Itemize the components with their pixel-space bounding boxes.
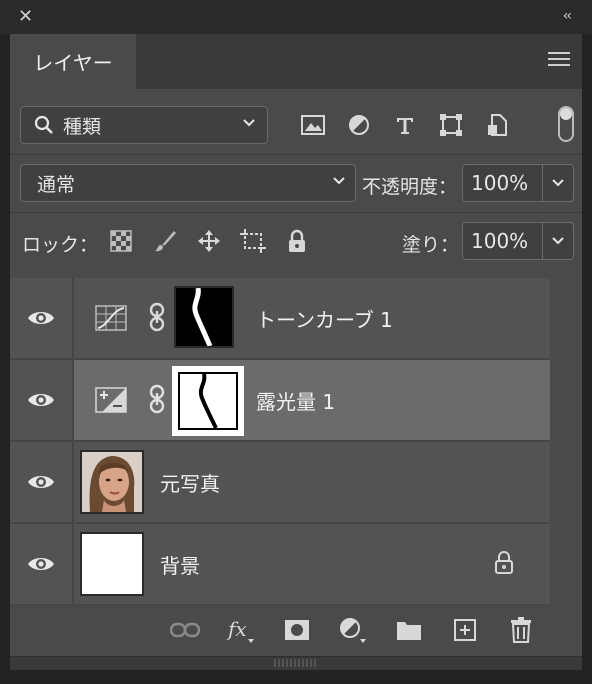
- exposure-icon: [94, 386, 128, 414]
- tab-strip: レイヤー: [10, 34, 582, 89]
- type-filter-icon[interactable]: [392, 112, 418, 138]
- panel-menu-icon[interactable]: [548, 52, 570, 70]
- lock-position-icon[interactable]: [196, 228, 222, 254]
- layers-panel: レイヤー 種類 通常 不透明度： 100% ロック： 塗り： 100% トーンカ…: [10, 34, 582, 670]
- filter-kind-select[interactable]: 種類: [20, 106, 268, 144]
- layer-name[interactable]: トーンカーブ 1: [256, 304, 393, 333]
- layer-name[interactable]: 露光量 1: [256, 386, 335, 415]
- lock-label: ロック：: [22, 234, 99, 256]
- eye-icon[interactable]: [27, 555, 55, 573]
- blend-mode-select[interactable]: 通常: [20, 164, 356, 202]
- link-icon[interactable]: [148, 384, 166, 414]
- filter-row: 種類: [10, 104, 582, 148]
- title-bar: ✕ ‹‹: [0, 0, 592, 34]
- visibility-toggle[interactable]: [10, 278, 74, 358]
- layer-mask-thumbnail[interactable]: [172, 366, 244, 436]
- visibility-toggle[interactable]: [10, 360, 74, 440]
- layer-row-exposure[interactable]: 露光量 1: [10, 360, 550, 442]
- lock-row: ロック： 塗り： 100%: [10, 220, 582, 264]
- lock-transparent-icon[interactable]: [108, 228, 134, 254]
- fx-icon[interactable]: fx: [226, 616, 256, 644]
- close-icon[interactable]: ✕: [18, 6, 33, 27]
- divider: [10, 154, 582, 155]
- opacity-value[interactable]: 100%: [471, 171, 528, 195]
- fill-field[interactable]: 100%: [462, 222, 574, 260]
- eye-icon[interactable]: [27, 391, 55, 409]
- layer-row-curves[interactable]: トーンカーブ 1: [10, 278, 550, 360]
- adjustment-filter-icon[interactable]: [346, 112, 372, 138]
- layer-name[interactable]: 背景: [160, 550, 200, 579]
- chevron-down-icon: [243, 119, 255, 127]
- chevron-down-icon: [552, 179, 564, 187]
- opacity-field[interactable]: 100%: [462, 164, 574, 202]
- delete-icon[interactable]: [506, 616, 536, 644]
- layer-lock-icon[interactable]: [494, 550, 514, 574]
- bottom-toolbar: fx: [10, 602, 582, 656]
- add-mask-icon[interactable]: [282, 616, 312, 644]
- search-icon: [34, 115, 53, 134]
- fill-label: 塗り：: [402, 234, 460, 256]
- eye-icon[interactable]: [27, 473, 55, 491]
- new-group-icon[interactable]: [394, 616, 424, 644]
- shape-filter-icon[interactable]: [438, 112, 464, 138]
- blend-row: 通常 不透明度： 100%: [10, 162, 582, 206]
- layer-mask-thumbnail[interactable]: [174, 286, 234, 348]
- lock-artboard-icon[interactable]: [240, 228, 266, 254]
- lock-image-icon[interactable]: [152, 228, 178, 254]
- chevron-down-icon: [552, 237, 564, 245]
- new-adjustment-icon[interactable]: [338, 616, 368, 644]
- filter-kind-label: 種類: [63, 115, 102, 138]
- visibility-toggle[interactable]: [10, 442, 74, 522]
- fill-value[interactable]: 100%: [471, 229, 528, 253]
- blend-mode-label: 通常: [37, 173, 76, 196]
- tab-layers[interactable]: レイヤー: [10, 34, 136, 89]
- new-layer-icon[interactable]: [450, 616, 480, 644]
- opacity-label: 不透明度：: [362, 176, 458, 198]
- smartobject-filter-icon[interactable]: [484, 112, 510, 138]
- layer-thumbnail-background[interactable]: [80, 532, 144, 596]
- layer-list: トーンカーブ 1 露光量 1 元写真 背景: [10, 278, 550, 606]
- svg-text:fx: fx: [226, 617, 247, 641]
- image-filter-icon[interactable]: [300, 112, 326, 138]
- fill-dropdown[interactable]: [542, 223, 573, 259]
- filter-toggle[interactable]: [558, 106, 574, 142]
- layer-row-photo[interactable]: 元写真: [10, 442, 550, 524]
- resize-grip[interactable]: [10, 656, 582, 670]
- visibility-toggle[interactable]: [10, 524, 74, 604]
- eye-icon[interactable]: [27, 309, 55, 327]
- layer-thumbnail-photo[interactable]: [80, 450, 144, 514]
- layer-name[interactable]: 元写真: [160, 468, 220, 497]
- lock-all-icon[interactable]: [284, 228, 310, 254]
- layers-scrollbar[interactable]: [550, 278, 582, 600]
- curves-icon: [94, 304, 128, 332]
- link-layers-icon[interactable]: [170, 616, 200, 644]
- collapse-icon[interactable]: ‹‹: [563, 8, 572, 24]
- link-icon[interactable]: [148, 302, 166, 332]
- layer-row-background[interactable]: 背景: [10, 524, 550, 606]
- layers-panel-window: ✕ ‹‹ レイヤー 種類 通常 不透明度： 100% ロック： 塗り： 100%…: [0, 0, 592, 684]
- opacity-dropdown[interactable]: [542, 165, 573, 201]
- divider: [10, 212, 582, 213]
- chevron-down-icon: [333, 177, 345, 185]
